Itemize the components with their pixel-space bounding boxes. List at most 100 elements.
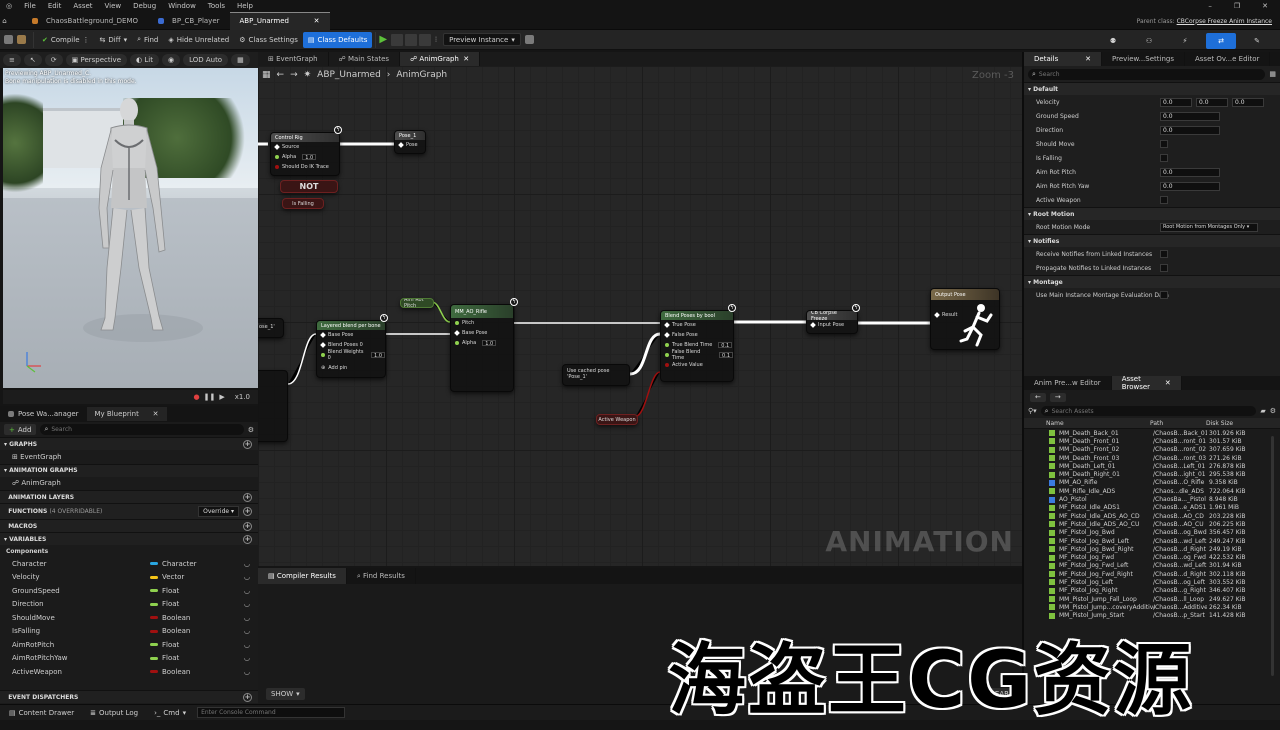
add-layer-icon[interactable]: + xyxy=(243,492,252,502)
tab-close-icon[interactable]: ✕ xyxy=(314,17,320,25)
visibility-eye-icon[interactable]: ◡ xyxy=(244,614,250,622)
forward-arrow-icon[interactable]: → xyxy=(1049,392,1066,402)
tab-details[interactable]: Details ✕ xyxy=(1024,52,1102,66)
tab-preview-settings[interactable]: Preview...Settings xyxy=(1102,52,1185,66)
tab-close-icon[interactable]: ✕ xyxy=(1165,379,1171,387)
visibility-eye-icon[interactable]: ◡ xyxy=(244,668,250,676)
variable-type[interactable]: Float xyxy=(150,587,179,595)
menu-asset[interactable]: Asset xyxy=(67,0,98,12)
node-get-aim-rot-pitch[interactable]: Aim Rot Pitch xyxy=(400,298,434,308)
select-tool-icon[interactable]: ↖ xyxy=(23,54,42,66)
default-category[interactable]: ▾ Default xyxy=(1024,82,1280,95)
visibility-eye-icon[interactable]: ◡ xyxy=(244,641,250,649)
variable-item[interactable]: ShouldMove Boolean ◡ xyxy=(0,611,258,625)
animation-mode-icon[interactable]: ⚡ xyxy=(1170,33,1200,49)
variable-type[interactable]: Boolean xyxy=(150,668,190,676)
back-arrow-icon[interactable]: ← xyxy=(1030,392,1046,402)
menu-view[interactable]: View xyxy=(99,0,128,12)
asset-row[interactable]: MM_Death_Front_03 /ChaosB...ront_03 271.… xyxy=(1024,454,1280,462)
variable-item[interactable]: AimRotPitchYaw Float ◡ xyxy=(0,652,258,666)
close-icon[interactable]: ✕ xyxy=(1256,0,1274,12)
column-name[interactable]: Name xyxy=(1046,420,1142,427)
velocity-y-input[interactable]: 0.0 xyxy=(1196,97,1228,107)
pin-alpha[interactable]: Alpha 1.0 xyxy=(271,152,339,162)
variable-item[interactable]: Direction Float ◡ xyxy=(0,598,258,612)
cmd-dropdown[interactable]: ›_ Cmd ▾ xyxy=(149,705,191,721)
console-command-input[interactable] xyxy=(197,707,346,718)
tab-find-results[interactable]: ⌕ Find Results xyxy=(347,568,416,584)
menu-window[interactable]: Window xyxy=(162,0,202,12)
pin-input-pose[interactable]: Input Pose xyxy=(807,320,857,330)
tab-eventgraph[interactable]: ⊞ EventGraph xyxy=(258,52,329,66)
play-icon[interactable]: ▶ xyxy=(379,34,387,45)
aim-rot-pitch-input[interactable]: 0.0 xyxy=(1160,167,1220,177)
tab-my-blueprint[interactable]: My Blueprint ✕ xyxy=(86,407,167,421)
graph-item-eventgraph[interactable]: ⊞ EventGraph xyxy=(0,450,258,464)
gear-icon[interactable]: ⚙ xyxy=(248,426,254,434)
save-icon[interactable] xyxy=(4,35,13,44)
add-variable-icon[interactable]: + xyxy=(243,534,252,544)
show-dropdown[interactable]: ◉ xyxy=(161,54,181,66)
step-icon[interactable] xyxy=(419,33,432,46)
graph-item-animgraph[interactable]: ☍ AnimGraph xyxy=(0,477,258,491)
variable-item[interactable]: ActiveWeapon Boolean ◡ xyxy=(0,665,258,679)
propagate-notifies-checkbox[interactable] xyxy=(1160,264,1168,272)
asset-row[interactable]: MF_Pistol_Jog_Fwd_Right /ChaosB...d_Righ… xyxy=(1024,570,1280,578)
graphs-section[interactable]: ▾ GRAPHS + xyxy=(0,437,258,450)
pin-false-blend-time[interactable]: False Blend Time 0.1 xyxy=(661,349,733,361)
blueprint-search[interactable]: ⌕ xyxy=(40,424,244,435)
asset-row[interactable]: MM_Death_Front_02 /ChaosB...ront_02 307.… xyxy=(1024,446,1280,454)
unreal-logo-icon[interactable]: ◎ xyxy=(0,0,18,12)
node-cb-corpse-freeze[interactable]: CB Corpse Freeze Input Pose xyxy=(806,310,858,334)
receive-notifies-checkbox[interactable] xyxy=(1160,250,1168,258)
node-output-pose[interactable]: Output Pose Result xyxy=(930,288,1000,350)
details-search-input[interactable] xyxy=(1038,70,1199,78)
pin-pose[interactable]: Pose xyxy=(395,140,425,150)
tab-chaosbattleground[interactable]: ChaosBattleground_DEMO xyxy=(22,12,148,30)
play-icon[interactable]: ▶ xyxy=(219,393,224,401)
tab-asset-browser[interactable]: Asset Browser ✕ xyxy=(1111,375,1182,391)
asset-search[interactable]: ⌕ xyxy=(1040,406,1257,416)
functions-section[interactable]: FUNCTIONS (4 OVERRIDABLE) Override ▾ + xyxy=(0,503,258,519)
hide-unrelated-button[interactable]: ◈ Hide Unrelated xyxy=(163,32,234,48)
node-pose-1[interactable]: Pose_1 Pose xyxy=(394,130,426,154)
tab-asset-override-editor[interactable]: Asset Ov...e Editor xyxy=(1185,52,1271,66)
tab-bp-cb-player[interactable]: BP_CB_Player xyxy=(148,12,230,30)
speed-dropdown[interactable]: x1.0 xyxy=(235,393,250,401)
node-blend-poses-by-bool[interactable]: Blend Poses by bool True Pose False Pose… xyxy=(660,310,734,382)
maximize-icon[interactable]: ❐ xyxy=(1228,0,1246,12)
variable-type[interactable]: Float xyxy=(150,654,179,662)
minimize-icon[interactable]: – xyxy=(1202,0,1218,12)
asset-row[interactable]: MM_Death_Left_01 /ChaosB...Left_01 276.8… xyxy=(1024,462,1280,470)
show-dropdown[interactable]: SHOW ▾ xyxy=(266,688,305,700)
pause-icon[interactable]: ❚❚ xyxy=(204,393,216,401)
asset-row[interactable]: MM_Death_Right_01 /ChaosB...ight_01 295.… xyxy=(1024,470,1280,478)
event-dispatchers-section[interactable]: EVENT DISPATCHERS + xyxy=(0,690,258,703)
node-use-cached-pose[interactable]: Use cached pose 'Pose_1' xyxy=(562,364,630,386)
filter-icon[interactable]: ⚲▾ xyxy=(1028,407,1037,415)
folder-icon[interactable]: ▰ xyxy=(1260,407,1265,415)
column-path[interactable]: Path xyxy=(1150,420,1204,427)
notifies-category[interactable]: ▾ Notifies xyxy=(1024,234,1280,247)
asset-row[interactable]: MM_Pistol_Jump...coveryAdditive /ChaosB.… xyxy=(1024,603,1280,611)
add-graph-icon[interactable]: + xyxy=(243,439,252,449)
pin-source[interactable]: Source xyxy=(271,142,339,152)
macros-section[interactable]: MACROS + xyxy=(0,519,258,532)
menu-tools[interactable]: Tools xyxy=(202,0,231,12)
variable-type[interactable]: Vector xyxy=(150,573,184,581)
menu-help[interactable]: Help xyxy=(231,0,259,12)
add-button[interactable]: + Add xyxy=(4,424,37,435)
asset-row[interactable]: MM_AO_Rifle /ChaosB...O_Rifle 9.358 KiB xyxy=(1024,479,1280,487)
node-is-falling[interactable]: Is Falling xyxy=(282,198,324,209)
tab-anim-preview-editor[interactable]: Anim Pre...w Editor xyxy=(1024,376,1112,390)
asset-row[interactable]: MF_Pistol_Idle_ADS_AO_CU /ChaosB...AO_CU… xyxy=(1024,520,1280,528)
asset-search-input[interactable] xyxy=(1051,407,1192,415)
pin-false-pose[interactable]: False Pose xyxy=(661,330,733,340)
node-partial-left[interactable] xyxy=(258,370,288,442)
direction-input[interactable]: 0.0 xyxy=(1160,125,1220,135)
pin-blend-weights[interactable]: Blend Weights 0 1.0 xyxy=(317,349,385,361)
gear-icon[interactable]: ⚙ xyxy=(1270,407,1276,415)
pin-should-do-ik[interactable]: Should Do IK Trace xyxy=(271,162,339,172)
anim-graph-canvas[interactable]: ▦ ← → ✷ ABP_Unarmed › AnimGraph Zoom -3 … xyxy=(258,66,1022,566)
menu-file[interactable]: File xyxy=(18,0,42,12)
